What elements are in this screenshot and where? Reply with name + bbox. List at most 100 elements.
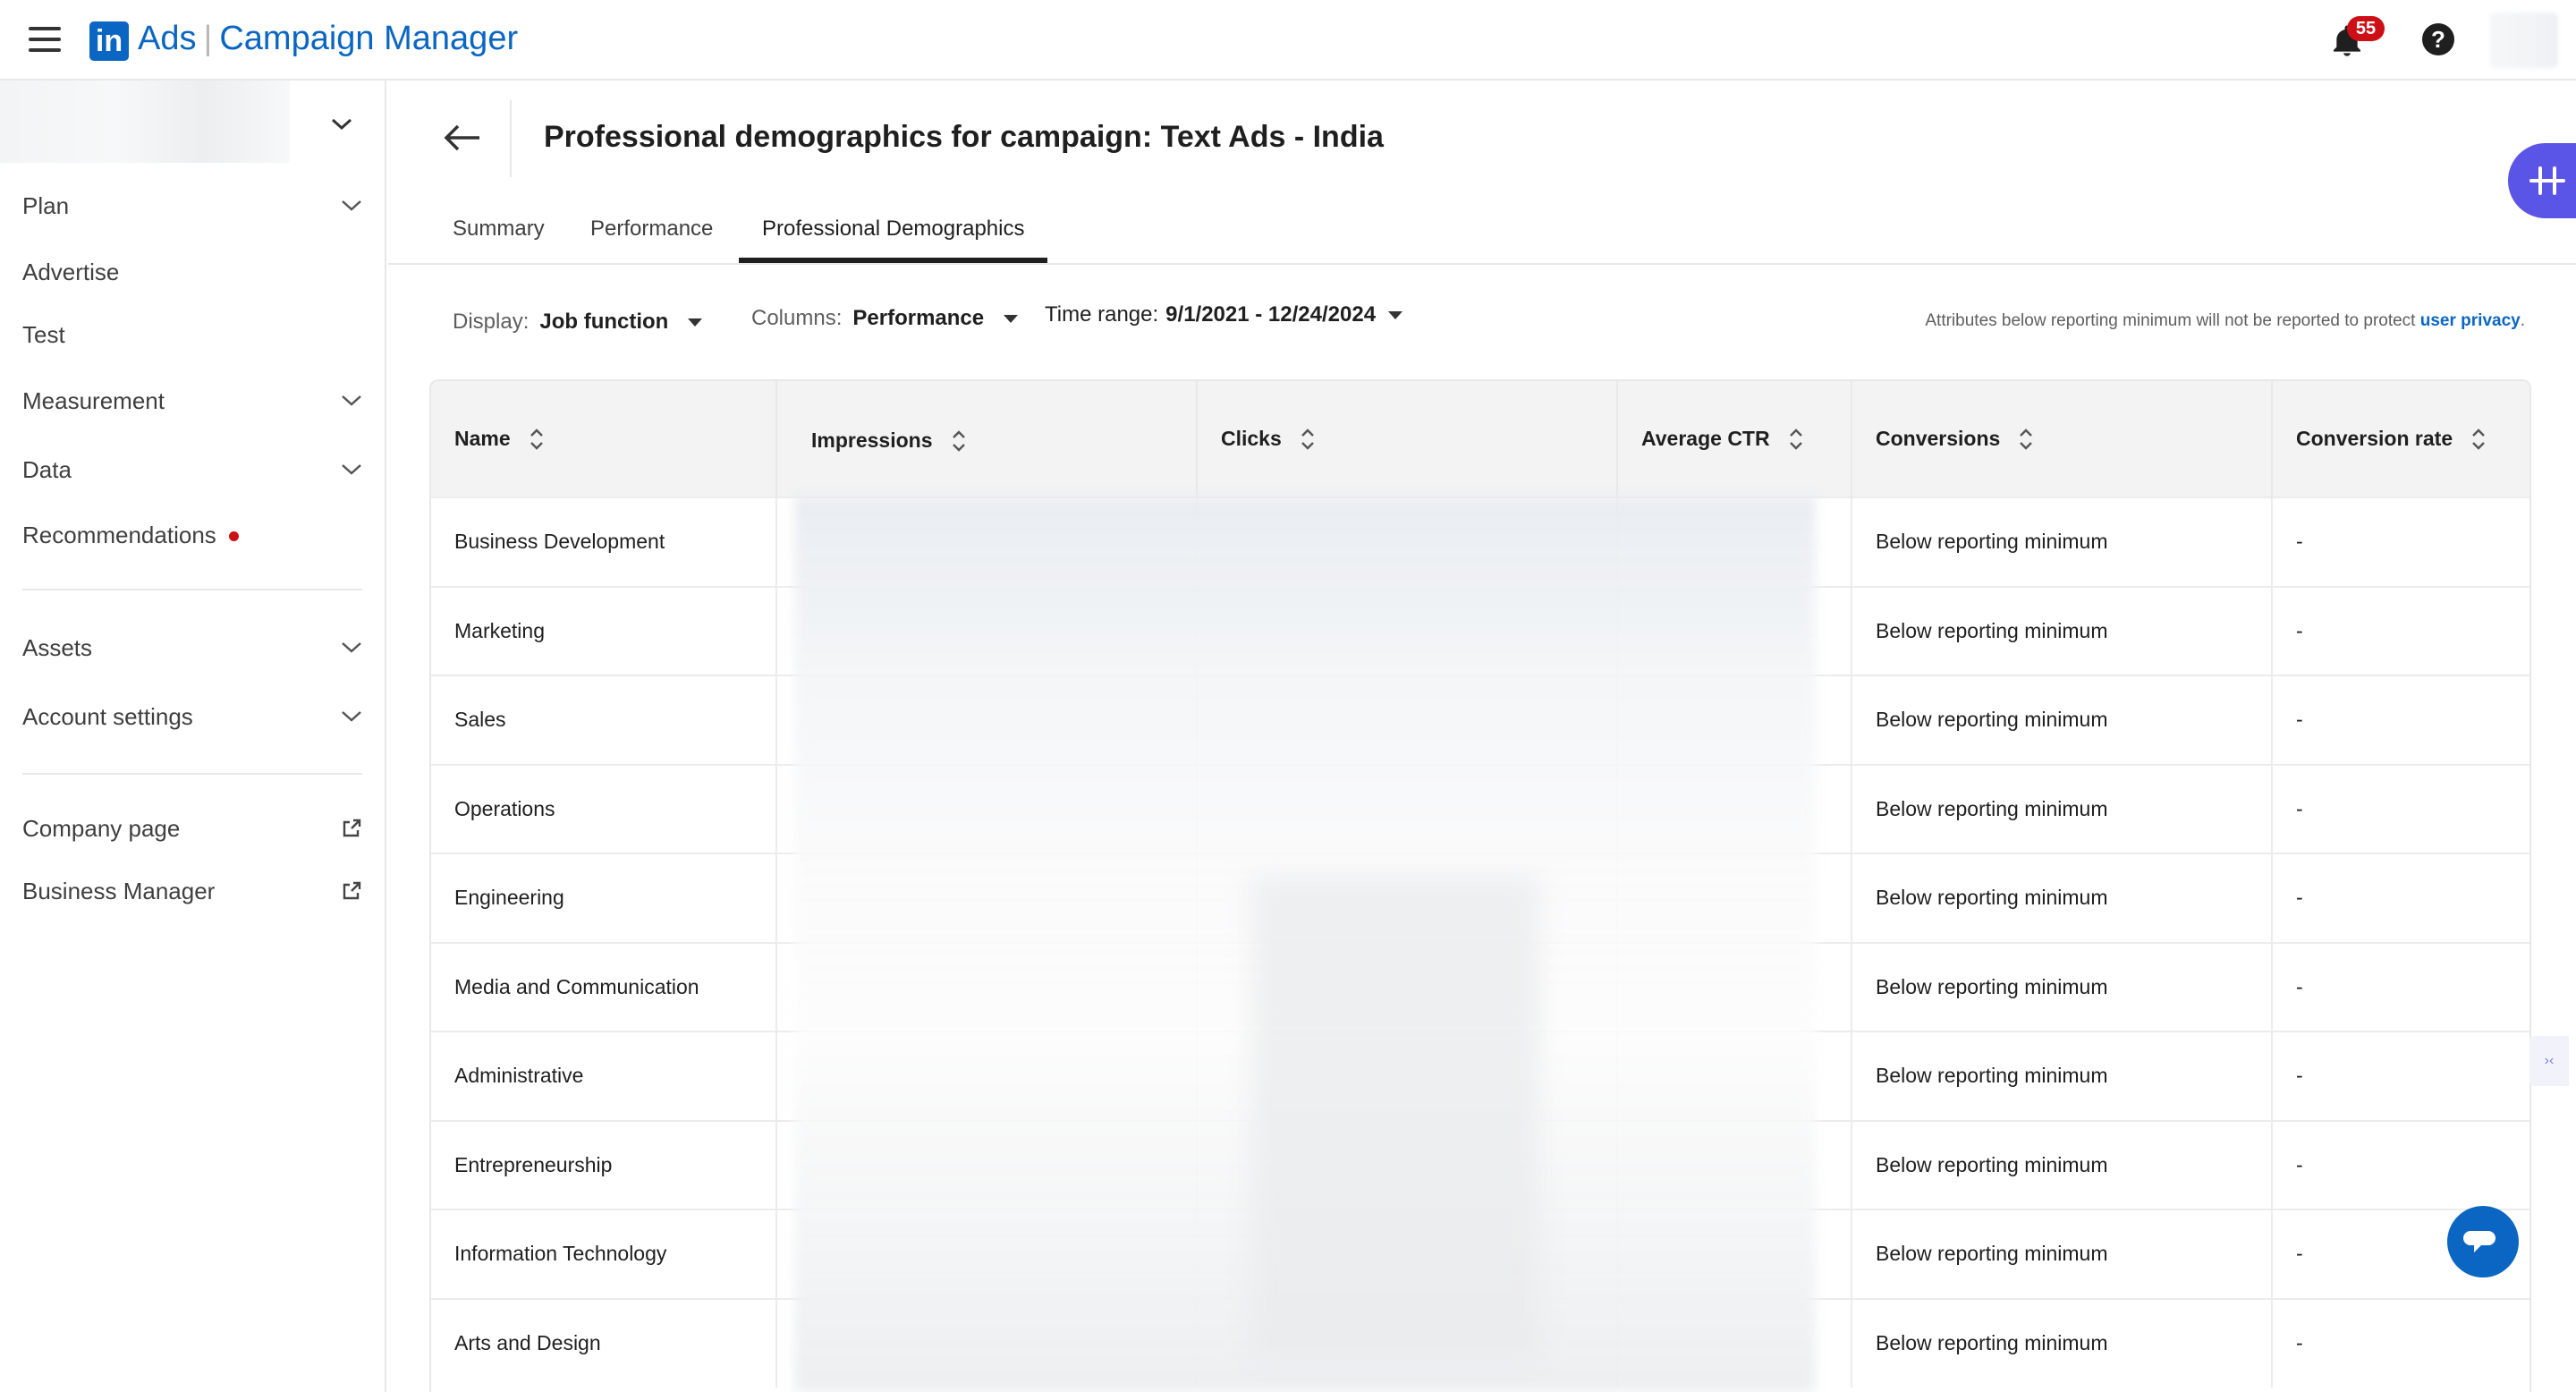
- caret-down-icon: [1004, 314, 1019, 323]
- brand-title[interactable]: Ads | Campaign Manager: [138, 20, 518, 58]
- sidebar-item-label: Plan: [22, 191, 70, 219]
- privacy-note-text: Attributes below reporting minimum will …: [1925, 311, 2416, 330]
- cell-name: Engineering: [431, 853, 777, 943]
- tab-performance[interactable]: Performance: [590, 202, 713, 263]
- cell-conversion-rate: -: [2272, 585, 2529, 675]
- collapse-panel-handle[interactable]: ›‹: [2529, 1036, 2569, 1086]
- cell-conversions: Below reporting minimum: [1852, 1119, 2273, 1210]
- cell-name: Entrepreneurship: [431, 1119, 777, 1210]
- redacted-metrics-area: [1252, 877, 1538, 1360]
- brand-separator: |: [203, 20, 213, 57]
- sidebar-item-business-manager[interactable]: Business Manager: [22, 870, 362, 912]
- external-link-icon: [343, 881, 361, 900]
- cell-name: Operations: [431, 763, 777, 853]
- column-header-name[interactable]: Name: [431, 381, 777, 497]
- cell-name: Business Development: [431, 497, 777, 587]
- sidebar-item-label: Company page: [22, 814, 181, 842]
- user-privacy-link[interactable]: user privacy: [2420, 311, 2521, 330]
- columns-dropdown[interactable]: Columns: Performance: [751, 306, 1019, 331]
- time-range-value: 9/1/2021 - 12/24/2024: [1165, 302, 1377, 327]
- column-header-impressions[interactable]: Impressions: [776, 381, 1198, 497]
- cell-conversion-rate: -: [2272, 1119, 2529, 1210]
- sidebar-item-test[interactable]: Test: [22, 313, 362, 356]
- cell-conversion-rate: -: [2272, 941, 2529, 1031]
- time-range-dropdown[interactable]: Time range: 9/1/2021 - 12/24/2024: [1045, 302, 1403, 327]
- cell-conversions: Below reporting minimum: [1852, 763, 2273, 853]
- sidebar-item-label: Account settings: [22, 702, 193, 730]
- cell-conversion-rate: -: [2272, 853, 2529, 943]
- display-dropdown[interactable]: Display: Job function: [453, 310, 703, 335]
- chevron-down-icon[interactable]: [331, 118, 352, 131]
- sort-icon[interactable]: [1788, 428, 1804, 451]
- notification-dot: [228, 531, 239, 542]
- cell-conversions: Below reporting minimum: [1852, 1297, 2273, 1388]
- tab-summary[interactable]: Summary: [453, 202, 545, 263]
- table-header-row: Name Impressions Clicks Average CTR Conv…: [431, 381, 2529, 497]
- sort-icon[interactable]: [951, 429, 967, 453]
- sidebar-divider: [22, 589, 362, 590]
- sidebar-item-company-page[interactable]: Company page: [22, 807, 362, 850]
- column-label: Conversions: [1876, 427, 2001, 450]
- help-icon[interactable]: ?: [2422, 23, 2454, 55]
- cell-name: Arts and Design: [431, 1297, 777, 1388]
- chevron-down-icon: [342, 642, 361, 653]
- cell-name: Marketing: [431, 585, 777, 675]
- linkedin-logo[interactable]: in: [89, 21, 129, 61]
- profile-avatar[interactable]: [2490, 13, 2558, 68]
- sidebar-item-assets[interactable]: Assets: [22, 626, 362, 669]
- account-selector[interactable]: [0, 81, 290, 163]
- cell-conversions: Below reporting minimum: [1852, 585, 2273, 675]
- tab-bar: Summary Performance Professional Demogra…: [388, 202, 2576, 265]
- columns-label: Columns:: [751, 306, 843, 330]
- external-link-icon: [343, 819, 361, 837]
- brand-name: Campaign Manager: [219, 20, 519, 57]
- sidebar-item-data[interactable]: Data: [22, 448, 362, 491]
- menu-icon[interactable]: [29, 27, 61, 52]
- caret-down-icon: [1388, 310, 1403, 319]
- chevron-down-icon: [342, 395, 361, 406]
- column-label: Average CTR: [1641, 427, 1770, 450]
- cell-name: Sales: [431, 675, 777, 765]
- sidebar-item-plan[interactable]: Plan: [22, 184, 362, 227]
- column-label: Name: [454, 427, 511, 450]
- back-arrow-icon[interactable]: [440, 120, 485, 156]
- chat-button[interactable]: [2447, 1206, 2519, 1277]
- cell-name: Administrative: [431, 1031, 777, 1121]
- cell-conversions: Below reporting minimum: [1852, 497, 2273, 587]
- header-divider: [510, 100, 512, 177]
- sidebar-item-label: Recommendations: [22, 522, 239, 549]
- caret-down-icon: [688, 318, 703, 327]
- sort-icon[interactable]: [529, 428, 545, 451]
- cell-conversion-rate: -: [2272, 497, 2529, 587]
- assistant-launcher[interactable]: [2508, 143, 2576, 218]
- sidebar-item-measurement[interactable]: Measurement: [22, 379, 362, 422]
- column-header-average-ctr[interactable]: Average CTR: [1617, 381, 1852, 497]
- top-bar: in Ads | Campaign Manager 55 ?: [0, 0, 2576, 81]
- sort-icon[interactable]: [2470, 428, 2487, 451]
- cell-conversion-rate: -: [2272, 1031, 2529, 1121]
- sidebar-item-label: Test: [22, 320, 65, 348]
- cell-conversions: Below reporting minimum: [1852, 941, 2273, 1031]
- column-header-clicks[interactable]: Clicks: [1197, 381, 1618, 497]
- sidebar-divider: [22, 773, 362, 775]
- column-header-conversion-rate[interactable]: Conversion rate: [2272, 381, 2529, 497]
- column-header-conversions[interactable]: Conversions: [1852, 381, 2273, 497]
- sidebar-item-advertise[interactable]: Advertise: [22, 250, 362, 293]
- tab-professional-demographics[interactable]: Professional Demographics: [739, 202, 1048, 263]
- cell-conversion-rate: -: [2272, 1297, 2529, 1388]
- sidebar-item-recommendations[interactable]: Recommendations: [22, 514, 362, 556]
- sort-icon[interactable]: [2018, 428, 2034, 451]
- assistant-icon: [2529, 166, 2565, 195]
- time-range-label: Time range:: [1045, 302, 1159, 327]
- column-label: Clicks: [1221, 427, 1282, 450]
- column-label: Impressions: [811, 429, 933, 452]
- sidebar-item-account-settings[interactable]: Account settings: [22, 695, 362, 738]
- sort-icon[interactable]: [1300, 428, 1316, 451]
- cell-conversions: Below reporting minimum: [1852, 853, 2273, 943]
- chevron-down-icon: [342, 464, 361, 475]
- cell-name: Information Technology: [431, 1209, 777, 1299]
- sidebar-item-label: Data: [22, 455, 72, 483]
- cell-conversions: Below reporting minimum: [1852, 675, 2273, 765]
- chevron-down-icon: [342, 200, 361, 211]
- brand-product: Ads: [138, 20, 197, 57]
